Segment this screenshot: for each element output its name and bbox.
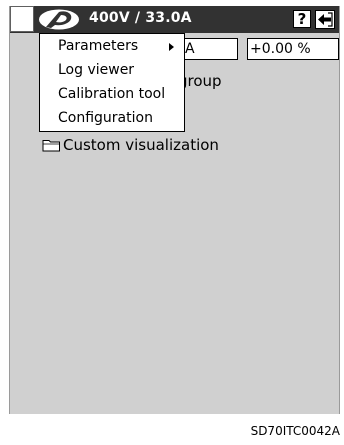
status-title: 400V / 33.0A — [89, 10, 192, 26]
help-icon[interactable]: ? — [293, 10, 311, 28]
tree-item-label: Custom visualization — [63, 136, 219, 154]
folder-icon — [42, 140, 60, 152]
menu-item-label: Calibration tool — [58, 86, 166, 102]
tree-item-custom-visualization[interactable]: Custom visualization — [42, 136, 219, 154]
menu-item-label: Parameters — [58, 38, 139, 54]
menu-item-log-viewer[interactable]: Log viewer — [58, 62, 134, 78]
submenu-arrow-icon — [169, 43, 174, 51]
main-menu: Parameters Log viewer Calibration tool C… — [39, 33, 185, 132]
brand-logo-icon[interactable] — [37, 8, 81, 31]
menu-item-label: Configuration — [58, 110, 153, 126]
corner-indicator — [10, 6, 34, 32]
menu-item-label: Log viewer — [58, 62, 135, 78]
figure-caption: SD70ITC0042A — [250, 424, 340, 438]
title-bar: 400V / 33.0A ? — [10, 6, 339, 33]
current-value-field: A — [180, 38, 238, 60]
device-screen: 400V / 33.0A ? A +0.00 % group Custom vi… — [9, 6, 340, 414]
back-arrow-icon[interactable] — [315, 10, 335, 29]
menu-item-configuration[interactable]: Configuration — [58, 110, 153, 126]
menu-item-calibration-tool[interactable]: Calibration tool — [58, 86, 165, 102]
menu-item-parameters[interactable]: Parameters — [58, 38, 138, 54]
percentage-value-field: +0.00 % — [247, 38, 339, 60]
